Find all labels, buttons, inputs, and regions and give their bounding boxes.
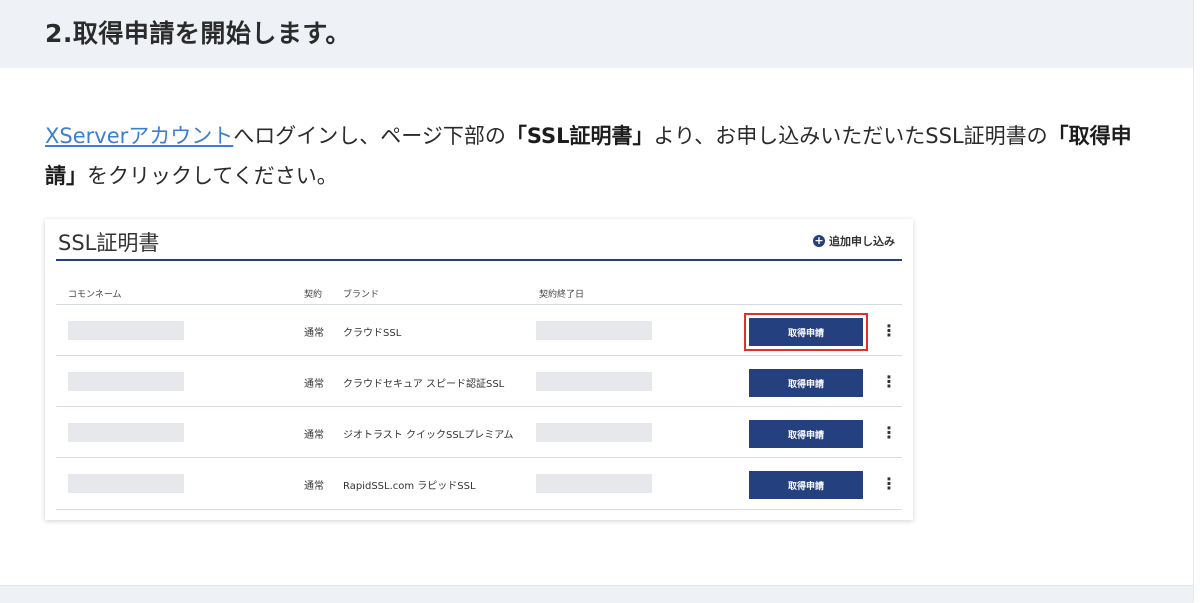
contract-type: 通常	[304, 379, 324, 390]
description-text-3: をクリックしてください。	[87, 164, 338, 188]
common-name-placeholder	[68, 321, 184, 340]
column-common-name: コモンネーム	[68, 290, 122, 300]
acquire-request-button[interactable]: 取得申請	[749, 471, 863, 499]
end-date-placeholder	[536, 321, 652, 340]
ssl-cert-emphasis: 「SSL証明書」	[505, 124, 654, 148]
contract-type: 通常	[304, 481, 324, 492]
more-options-icon[interactable]: ⋮	[881, 474, 897, 493]
add-application-link[interactable]: + 追加申し込み	[813, 233, 895, 249]
table-row: 通常 ジオトラスト クイックSSLプレミアム 取得申請 ⋮	[56, 406, 902, 458]
common-name-placeholder	[68, 372, 184, 391]
contract-type: 通常	[304, 430, 324, 441]
more-options-icon[interactable]: ⋮	[881, 372, 897, 391]
end-date-placeholder	[536, 423, 652, 442]
description-text-2: より、お申し込みいただいたSSL証明書の	[653, 124, 1048, 148]
step-description: XServerアカウントへログインし、ページ下部の「SSL証明書」より、お申し込…	[45, 116, 1155, 196]
section-divider	[56, 259, 902, 261]
end-date-placeholder	[536, 372, 652, 391]
brand-name: RapidSSL.com ラピッドSSL	[343, 481, 476, 492]
step-header: 2.取得申請を開始します。	[0, 0, 1193, 68]
more-options-icon[interactable]: ⋮	[881, 321, 897, 340]
step-card: 2.取得申請を開始します。 XServerアカウントへログインし、ページ下部の「…	[0, 0, 1194, 603]
column-brand: ブランド	[343, 290, 380, 300]
brand-name: クラウドSSL	[343, 328, 402, 339]
more-options-icon[interactable]: ⋮	[881, 423, 897, 442]
column-contract: 契約	[304, 290, 323, 300]
contract-type: 通常	[304, 328, 324, 339]
end-date-placeholder	[536, 474, 652, 493]
table-row: 通常 クラウドセキュア スピード認証SSL 取得申請 ⋮	[56, 355, 902, 407]
ssl-certificate-screenshot: SSL証明書 + 追加申し込み コモンネーム 契約 ブランド 契約終了日 通常 …	[45, 219, 913, 520]
xserver-account-link[interactable]: XServerアカウント	[45, 124, 233, 148]
brand-name: クラウドセキュア スピード認証SSL	[343, 379, 505, 390]
acquire-request-button[interactable]: 取得申請	[749, 420, 863, 448]
acquire-request-button[interactable]: 取得申請	[749, 369, 863, 397]
acquire-request-button[interactable]: 取得申請	[749, 318, 863, 346]
step-title: 2.取得申請を開始します。	[45, 19, 351, 48]
table-row: 通常 クラウドSSL 取得申請 ⋮	[56, 304, 902, 356]
next-step-band	[0, 585, 1193, 603]
common-name-placeholder	[68, 423, 184, 442]
description-text-1: へログインし、ページ下部の	[233, 124, 506, 148]
plus-circle-icon: +	[813, 234, 825, 247]
column-end-date: 契約終了日	[539, 290, 585, 300]
add-application-label: 追加申し込み	[829, 235, 895, 248]
ssl-section-title: SSL証明書	[58, 231, 160, 255]
common-name-placeholder	[68, 474, 184, 493]
table-row: 通常 RapidSSL.com ラピッドSSL 取得申請 ⋮	[56, 457, 902, 510]
brand-name: ジオトラスト クイックSSLプレミアム	[343, 430, 514, 441]
